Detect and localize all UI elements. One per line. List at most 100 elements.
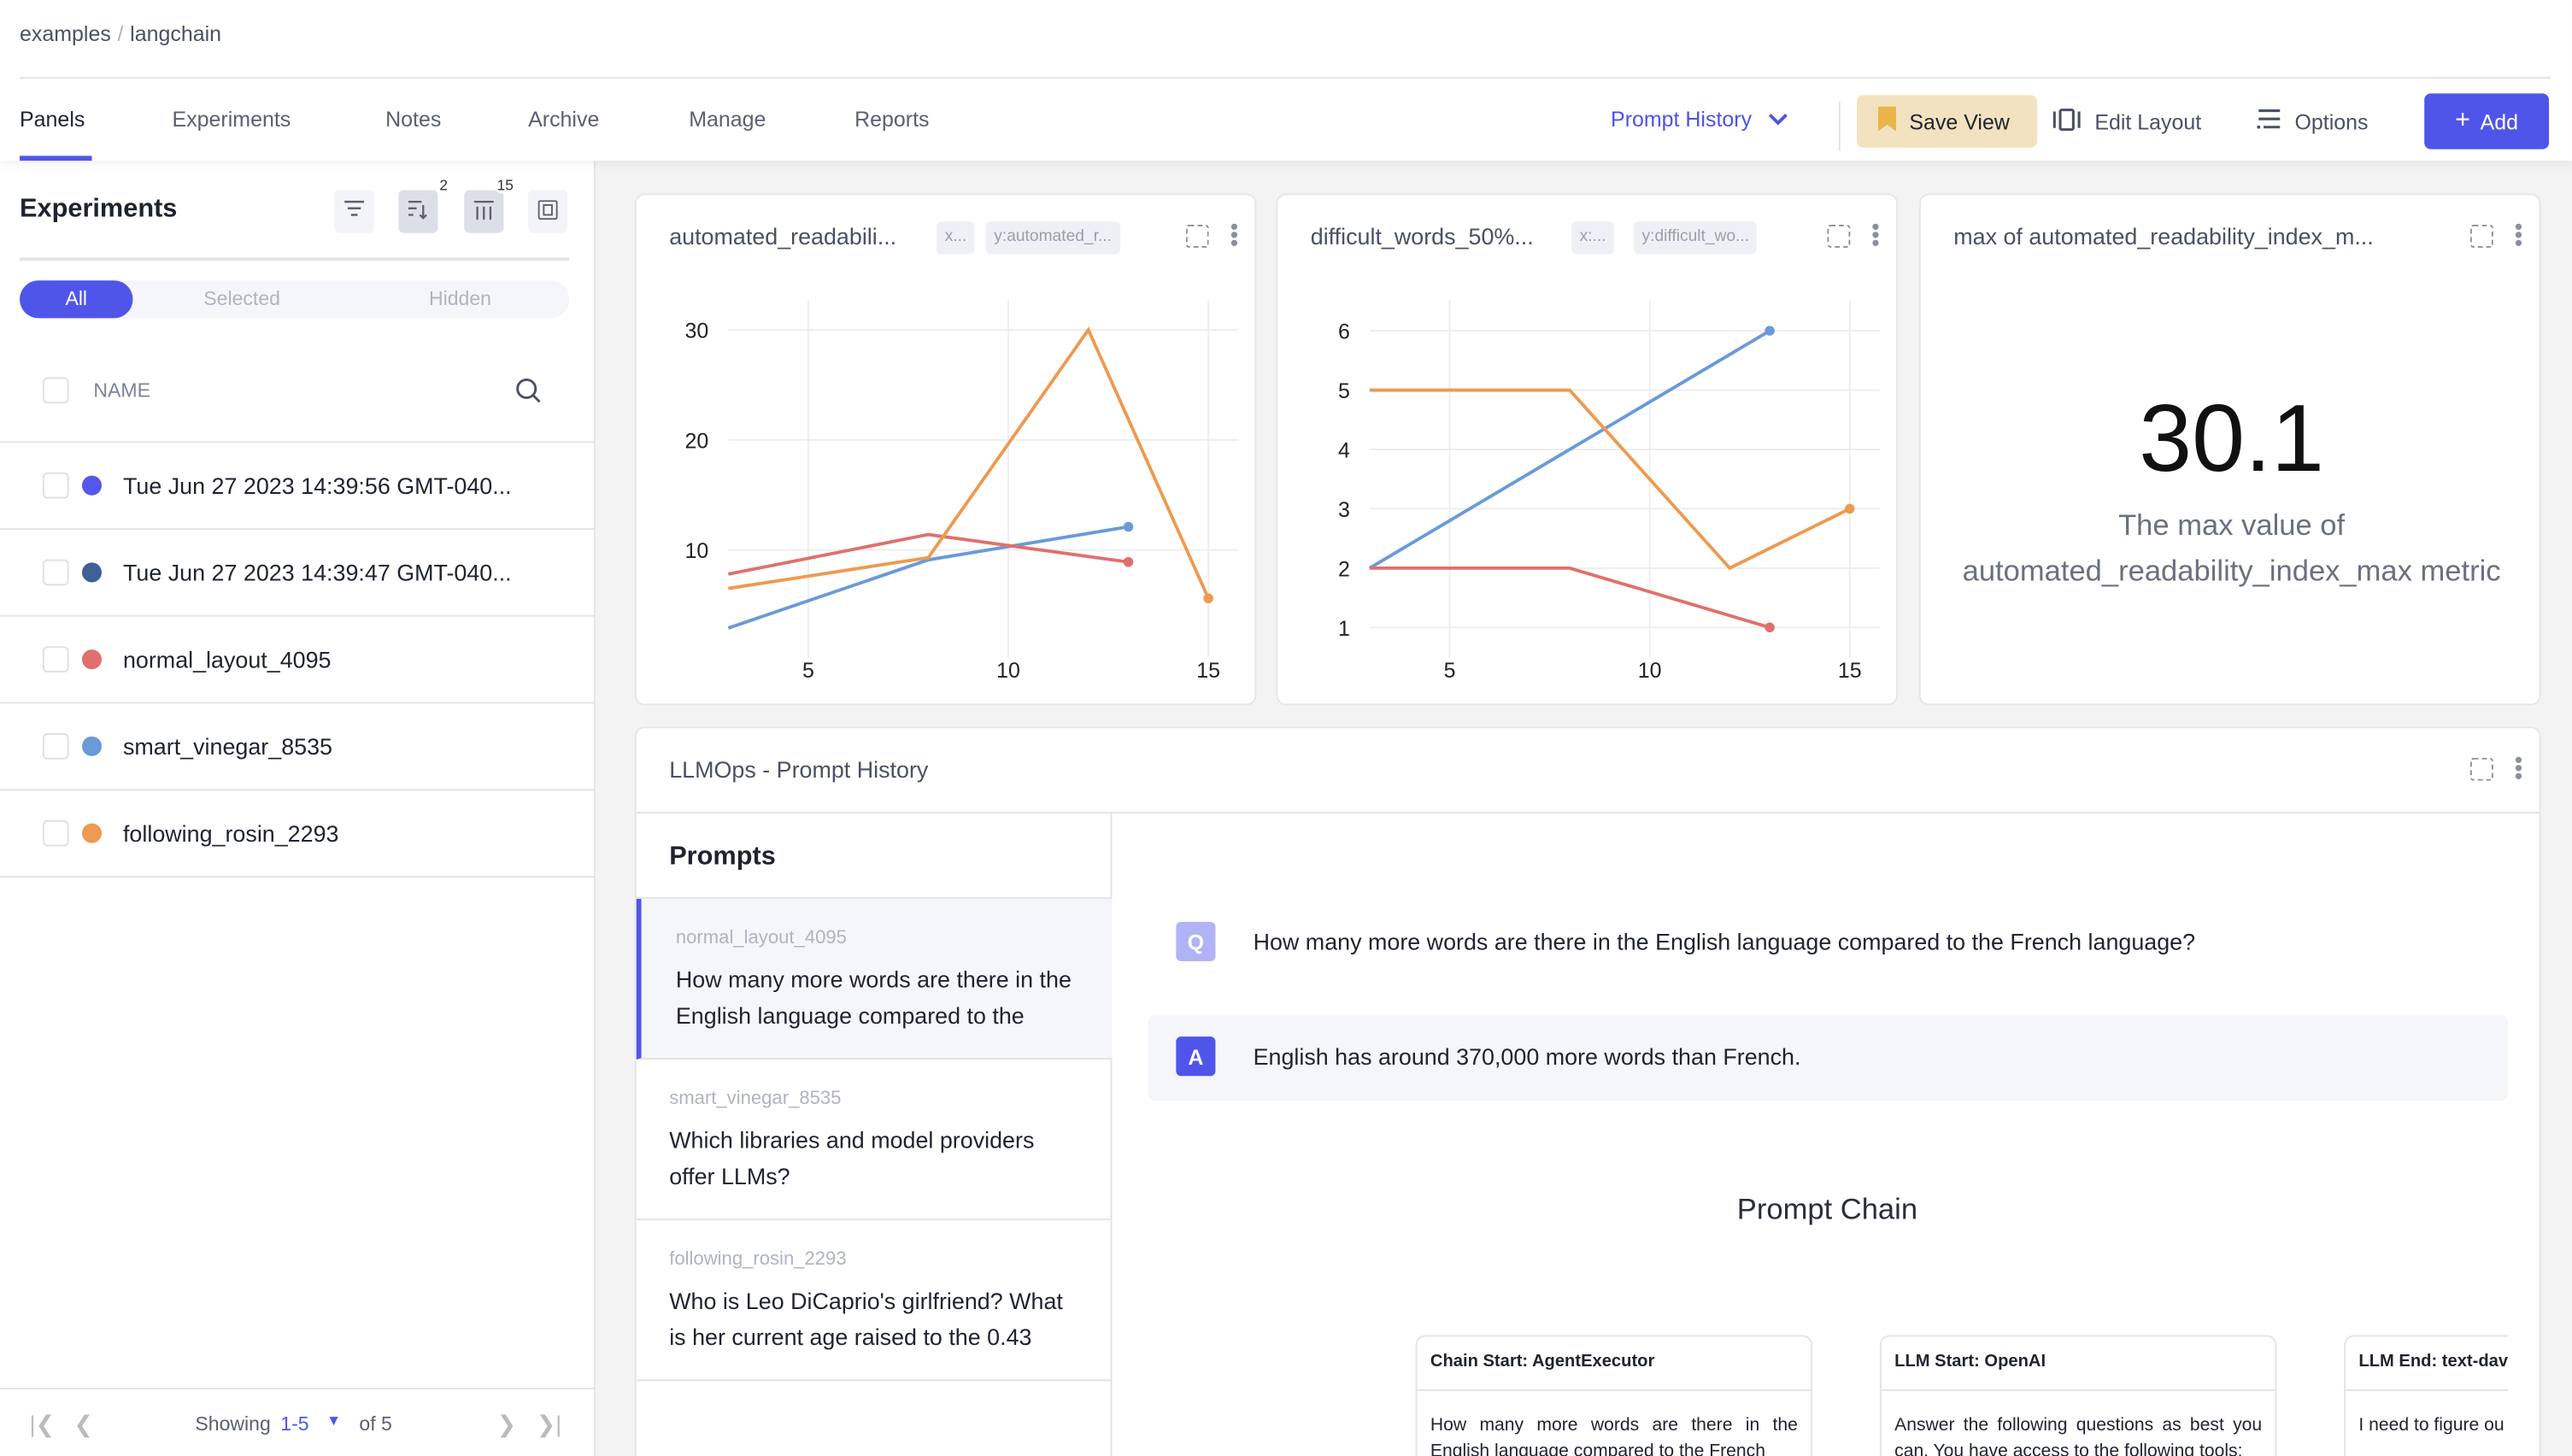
filter-button[interactable] (334, 190, 374, 233)
breadcrumb: examples / langchain (20, 21, 221, 46)
experiment-name: smart_vinegar_8535 (122, 733, 332, 760)
save-view-button[interactable]: Save View (1856, 95, 2038, 148)
y-tick-label: 30 (685, 320, 709, 343)
prompt-item[interactable]: following_rosin_2293 Who is Leo DiCaprio'… (636, 1220, 1113, 1382)
chain-node[interactable]: LLM End: text-dav I need to figure ou the… (2344, 1335, 2509, 1456)
y-tick-label: 3 (1338, 498, 1350, 522)
chain-node-body: I need to figure ou the English langua (2358, 1415, 2508, 1435)
experiments-sidebar: Experiments 2 15 All Selected Hidden NAM… (0, 161, 596, 1456)
plus-icon: + (2455, 106, 2471, 135)
view-select[interactable]: Prompt History (1611, 107, 1788, 132)
panel-chart-2: difficult_words_50%... x:... y:difficult… (1276, 193, 1898, 706)
sort-button[interactable]: 2 (398, 177, 451, 233)
series-line (727, 525, 1129, 630)
prompt-experiment: normal_layout_4095 (675, 928, 847, 948)
sort-icon (408, 199, 428, 224)
prompts-list: Prompts normal_layout_4095 How many more … (636, 813, 1113, 1456)
x-tick-label: 15 (1838, 659, 1862, 683)
tab-manage[interactable]: Manage (689, 107, 766, 132)
answer-text: English has around 370,000 more words th… (1253, 1042, 1801, 1070)
x-tick-label: 5 (1444, 659, 1456, 683)
series-line (1369, 566, 1770, 630)
visibility-filter: All Selected Hidden (20, 280, 570, 319)
row-checkbox[interactable] (42, 472, 69, 499)
prompt-item[interactable]: smart_vinegar_8535 Which libraries and mo… (636, 1060, 1113, 1221)
sidebar-title: Experiments (20, 195, 178, 224)
color-dot (81, 475, 103, 496)
answer-icon: A (1176, 1036, 1216, 1077)
experiment-name: following_rosin_2293 (122, 819, 339, 847)
color-dot (81, 562, 103, 583)
prompt-experiment: following_rosin_2293 (669, 1249, 847, 1270)
experiment-row[interactable]: normal_layout_4095 (0, 617, 596, 704)
series-endpoint (1123, 556, 1134, 567)
y-tick-label: 5 (1338, 379, 1350, 403)
table-header: NAME (0, 355, 596, 443)
more-menu-icon[interactable]: • • • (2515, 214, 2522, 254)
more-menu-icon[interactable]: • • • (2515, 748, 2522, 787)
row-checkbox[interactable] (42, 733, 69, 760)
experiment-row[interactable]: Tue Jun 27 2023 14:39:47 GMT-040... (0, 530, 596, 617)
fullscreen-button[interactable] (528, 190, 568, 233)
experiment-name: Tue Jun 27 2023 14:39:47 GMT-040... (122, 559, 512, 586)
question-text: How many more words are there in the Eng… (1253, 928, 2196, 955)
tab-panels[interactable]: Panels (20, 107, 85, 132)
panel-metric: max of automated_readability_index_m... … (1918, 193, 2541, 706)
select-all-checkbox[interactable] (42, 377, 69, 404)
divider (1838, 102, 1841, 151)
y-tick-label: 4 (1338, 439, 1350, 463)
prompt-text: Which libraries and model providers offe… (669, 1126, 1035, 1189)
experiment-row[interactable]: smart_vinegar_8535 (0, 704, 596, 791)
chain-node-title: LLM Start: OpenAI (1881, 1336, 2275, 1391)
chain-node-body: Answer the following questions as best y… (1894, 1415, 2263, 1456)
answer-row: A English has around 370,000 more words … (1176, 1036, 1801, 1077)
y-tick-label: 2 (1338, 557, 1350, 581)
tab-experiments[interactable]: Experiments (173, 107, 291, 132)
prompt-text: How many more words are there in the Eng… (675, 966, 1072, 1029)
top-bar: examples / langchain Panels Experiments No… (0, 0, 2572, 161)
prompt-item[interactable]: normal_layout_4095 How many more words ar… (636, 898, 1113, 1060)
tab-reports[interactable]: Reports (854, 107, 929, 132)
filter-selected[interactable]: Selected (132, 280, 350, 318)
add-button[interactable]: + Add (2424, 93, 2550, 150)
chain-node[interactable]: Chain Start: AgentExecutor How many more … (1415, 1335, 1813, 1456)
metric-description: automated_readability_index_max metric (1962, 554, 2501, 588)
breadcrumb-parent[interactable]: examples (20, 21, 111, 46)
series-endpoint (1765, 326, 1775, 336)
options-icon (2257, 109, 2281, 135)
expand-icon[interactable] (2469, 757, 2493, 781)
edit-layout-button[interactable]: Edit Layout (2052, 95, 2201, 147)
options-button[interactable]: Options (2257, 95, 2369, 147)
edit-layout-label: Edit Layout (2094, 109, 2202, 134)
columns-count-badge: 15 (493, 177, 517, 194)
row-checkbox[interactable] (42, 819, 69, 847)
filter-hidden[interactable]: Hidden (351, 280, 569, 318)
tab-archive[interactable]: Archive (528, 107, 599, 132)
next-page-icon[interactable]: ❯ (497, 1411, 517, 1439)
row-checkbox[interactable] (42, 559, 69, 586)
filter-all[interactable]: All (20, 280, 133, 319)
tab-notes[interactable]: Notes (385, 107, 441, 132)
last-page-icon[interactable]: ❯| (537, 1411, 562, 1439)
experiment-row[interactable]: Tue Jun 27 2023 14:39:56 GMT-040... (0, 443, 596, 531)
columns-icon (473, 199, 494, 224)
y-tick-label: 10 (685, 539, 709, 563)
x-tick-label: 10 (996, 659, 1020, 683)
row-checkbox[interactable] (42, 646, 69, 673)
prompts-header: Prompts (669, 842, 776, 872)
search-icon[interactable] (515, 378, 542, 412)
chain-node[interactable]: LLM Start: OpenAI Answer the following qu… (1879, 1335, 2277, 1456)
first-page-icon[interactable]: |❮ (30, 1411, 56, 1439)
pagination-prefix: Showing (195, 1412, 271, 1435)
series-line (1369, 388, 1851, 571)
prompt-experiment: smart_vinegar_8535 (669, 1089, 842, 1109)
prev-page-icon[interactable]: ❮ (73, 1411, 93, 1439)
expand-icon[interactable] (2469, 224, 2493, 248)
y-tick-label: 6 (1338, 320, 1350, 344)
page-range-select[interactable]: 1-5 (280, 1412, 308, 1435)
columns-button[interactable]: 15 (464, 177, 517, 233)
experiment-row[interactable]: following_rosin_2293 (0, 790, 596, 878)
caret-down-icon[interactable]: ▼ (326, 1412, 341, 1429)
y-tick-label: 1 (1338, 617, 1350, 641)
pagination: |❮ ❮ Showing 1-5 ▼ of 5 ❯ ❯| (0, 1387, 596, 1456)
